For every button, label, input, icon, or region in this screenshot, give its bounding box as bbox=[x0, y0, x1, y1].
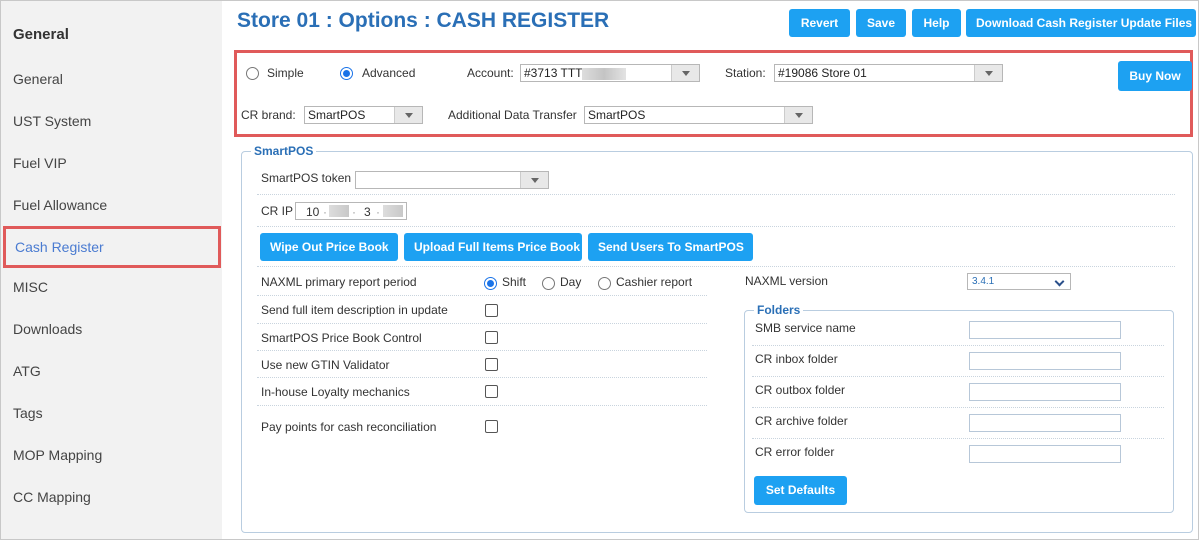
buy-now-button[interactable]: Buy Now bbox=[1118, 61, 1192, 91]
inbox-input[interactable] bbox=[969, 352, 1121, 370]
redacted-account-name bbox=[582, 67, 627, 80]
period-cashier-radio[interactable] bbox=[598, 277, 611, 290]
smartpos-token-label: SmartPOS token bbox=[261, 171, 352, 185]
naxml-version-select[interactable]: 3.4.1 bbox=[967, 273, 1071, 290]
station-label: Station: bbox=[725, 66, 766, 80]
smartpos-legend: SmartPOS bbox=[251, 144, 317, 158]
chevron-down-icon bbox=[671, 65, 699, 81]
revert-button[interactable]: Revert bbox=[789, 9, 850, 37]
wipe-price-book-button[interactable]: Wipe Out Price Book bbox=[260, 233, 398, 261]
cr-ip-input[interactable]: 10 · · 3 · bbox=[295, 202, 407, 220]
divider bbox=[257, 350, 707, 351]
advanced-label: Advanced bbox=[362, 66, 416, 80]
sidebar-item-cc-mapping[interactable]: CC Mapping bbox=[1, 478, 222, 516]
gtin-validator-label: Use new GTIN Validator bbox=[261, 358, 390, 372]
divider bbox=[257, 194, 1175, 195]
naxml-period-label: NAXML primary report period bbox=[261, 275, 417, 289]
divider bbox=[752, 345, 1164, 346]
divider bbox=[752, 438, 1164, 439]
sidebar-item-cash-register[interactable]: Cash Register bbox=[3, 226, 221, 268]
sidebar-item-mop-mapping[interactable]: MOP Mapping bbox=[1, 436, 222, 474]
simple-label: Simple bbox=[267, 66, 304, 80]
divider bbox=[257, 226, 1175, 227]
station-value: #19086 Store 01 bbox=[778, 66, 867, 80]
pay-points-checkbox[interactable] bbox=[485, 420, 498, 433]
redacted-ip-octet bbox=[329, 205, 349, 217]
divider bbox=[257, 295, 707, 296]
cr-brand-select[interactable]: SmartPOS bbox=[304, 106, 423, 124]
outbox-label: CR outbox folder bbox=[755, 383, 846, 397]
sidebar-heading: General bbox=[13, 26, 69, 43]
divider bbox=[257, 266, 1175, 267]
chevron-down-icon bbox=[784, 107, 812, 123]
redacted-ip-octet bbox=[383, 205, 403, 217]
cr-brand-label: CR brand: bbox=[241, 108, 296, 122]
divider bbox=[257, 323, 707, 324]
sidebar-item-tags[interactable]: Tags bbox=[1, 394, 222, 432]
naxml-version-value: 3.4.1 bbox=[972, 276, 995, 287]
sidebar-item-ust-system[interactable]: UST System bbox=[1, 102, 222, 140]
divider bbox=[752, 376, 1164, 377]
price-book-control-checkbox[interactable] bbox=[485, 331, 498, 344]
account-value: #3713 TTT bbox=[524, 66, 583, 80]
page-title: Store 01 : Options : CASH REGISTER bbox=[237, 9, 610, 32]
ip-octet-3: 3 bbox=[364, 205, 371, 219]
additional-transfer-value: SmartPOS bbox=[588, 108, 646, 122]
sidebar-item-misc[interactable]: MISC bbox=[1, 268, 222, 306]
archive-label: CR archive folder bbox=[755, 414, 848, 428]
help-button[interactable]: Help bbox=[912, 9, 961, 37]
error-label: CR error folder bbox=[755, 445, 835, 459]
period-shift-label: Shift bbox=[502, 275, 527, 289]
simple-radio[interactable] bbox=[246, 67, 259, 80]
sidebar-item-downloads[interactable]: Downloads bbox=[1, 310, 222, 348]
ip-octet-1: 10 bbox=[306, 205, 320, 219]
sidebar-item-general[interactable]: General bbox=[1, 60, 222, 98]
period-shift-radio[interactable] bbox=[484, 277, 497, 290]
archive-input[interactable] bbox=[969, 414, 1121, 432]
advanced-radio[interactable] bbox=[340, 67, 353, 80]
smb-input[interactable] bbox=[969, 321, 1121, 339]
divider bbox=[257, 377, 707, 378]
additional-transfer-select[interactable]: SmartPOS bbox=[584, 106, 813, 124]
sidebar-item-atg[interactable]: ATG bbox=[1, 352, 222, 390]
period-cashier-label: Cashier report bbox=[616, 275, 693, 289]
price-book-control-label: SmartPOS Price Book Control bbox=[261, 331, 422, 345]
naxml-version-label: NAXML version bbox=[745, 274, 828, 288]
error-input[interactable] bbox=[969, 445, 1121, 463]
folders-legend: Folders bbox=[754, 303, 804, 317]
outbox-input[interactable] bbox=[969, 383, 1121, 401]
station-select[interactable]: #19086 Store 01 bbox=[774, 64, 1003, 82]
send-full-desc-label: Send full item description in update bbox=[261, 303, 448, 317]
divider bbox=[752, 407, 1164, 408]
cr-brand-value: SmartPOS bbox=[308, 108, 366, 122]
chevron-down-icon bbox=[520, 172, 548, 188]
sidebar-item-fuel-vip[interactable]: Fuel VIP bbox=[1, 144, 222, 182]
set-defaults-button[interactable]: Set Defaults bbox=[754, 476, 847, 505]
additional-transfer-label: Additional Data Transfer bbox=[448, 108, 577, 122]
loyalty-label: In-house Loyalty mechanics bbox=[261, 385, 410, 399]
period-day-label: Day bbox=[560, 275, 582, 289]
send-full-desc-checkbox[interactable] bbox=[485, 304, 498, 317]
cr-ip-label: CR IP bbox=[261, 204, 294, 218]
sidebar: General General UST System Fuel VIP Fuel… bbox=[1, 1, 222, 539]
period-day-radio[interactable] bbox=[542, 277, 555, 290]
pay-points-label: Pay points for cash reconciliation bbox=[261, 420, 437, 434]
chevron-down-icon bbox=[394, 107, 422, 123]
sidebar-item-fuel-allowance[interactable]: Fuel Allowance bbox=[1, 186, 222, 224]
loyalty-checkbox[interactable] bbox=[485, 385, 498, 398]
chevron-down-icon bbox=[974, 65, 1002, 81]
upload-price-book-button[interactable]: Upload Full Items Price Book bbox=[404, 233, 582, 261]
smb-label: SMB service name bbox=[755, 321, 856, 335]
divider bbox=[257, 405, 707, 406]
send-users-button[interactable]: Send Users To SmartPOS bbox=[588, 233, 753, 261]
account-label: Account: bbox=[467, 66, 514, 80]
inbox-label: CR inbox folder bbox=[755, 352, 838, 366]
smartpos-token-select[interactable] bbox=[355, 171, 549, 189]
account-select[interactable]: #3713 TTT bbox=[520, 64, 700, 82]
gtin-validator-checkbox[interactable] bbox=[485, 358, 498, 371]
download-update-files-button[interactable]: Download Cash Register Update Files bbox=[966, 9, 1196, 37]
save-button[interactable]: Save bbox=[856, 9, 906, 37]
